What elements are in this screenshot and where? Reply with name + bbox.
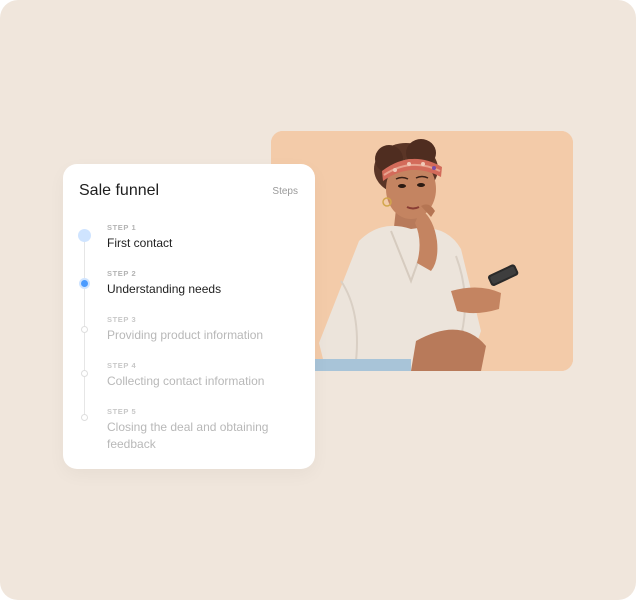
sale-funnel-card: Sale funnel Steps STEP 1 First contact S… xyxy=(63,164,315,469)
page-frame: Sale funnel Steps STEP 1 First contact S… xyxy=(0,0,636,600)
person-photo xyxy=(271,131,573,371)
step-label: STEP 2 xyxy=(107,269,137,278)
step-title: Providing product information xyxy=(107,328,264,342)
step-pending-dot-icon xyxy=(81,370,88,377)
step-label: STEP 4 xyxy=(107,361,137,370)
step-title: Closing the deal and obtaining feedback xyxy=(107,420,269,451)
step-title: First contact xyxy=(107,236,173,250)
step-title: Collecting contact information xyxy=(107,374,265,388)
card-title: Sale funnel xyxy=(79,182,160,199)
step-current-dot-icon xyxy=(81,280,88,287)
step-done-dot-icon xyxy=(78,229,91,242)
woman-with-phone-illustration xyxy=(271,131,573,371)
step-label: STEP 1 xyxy=(107,223,137,232)
step-pending-dot-icon xyxy=(81,414,88,421)
step-label: STEP 3 xyxy=(107,315,137,324)
step-label: STEP 5 xyxy=(107,407,137,416)
steps-link[interactable]: Steps xyxy=(272,186,298,197)
step-title: Understanding needs xyxy=(107,282,222,296)
step-pending-dot-icon xyxy=(81,326,88,333)
